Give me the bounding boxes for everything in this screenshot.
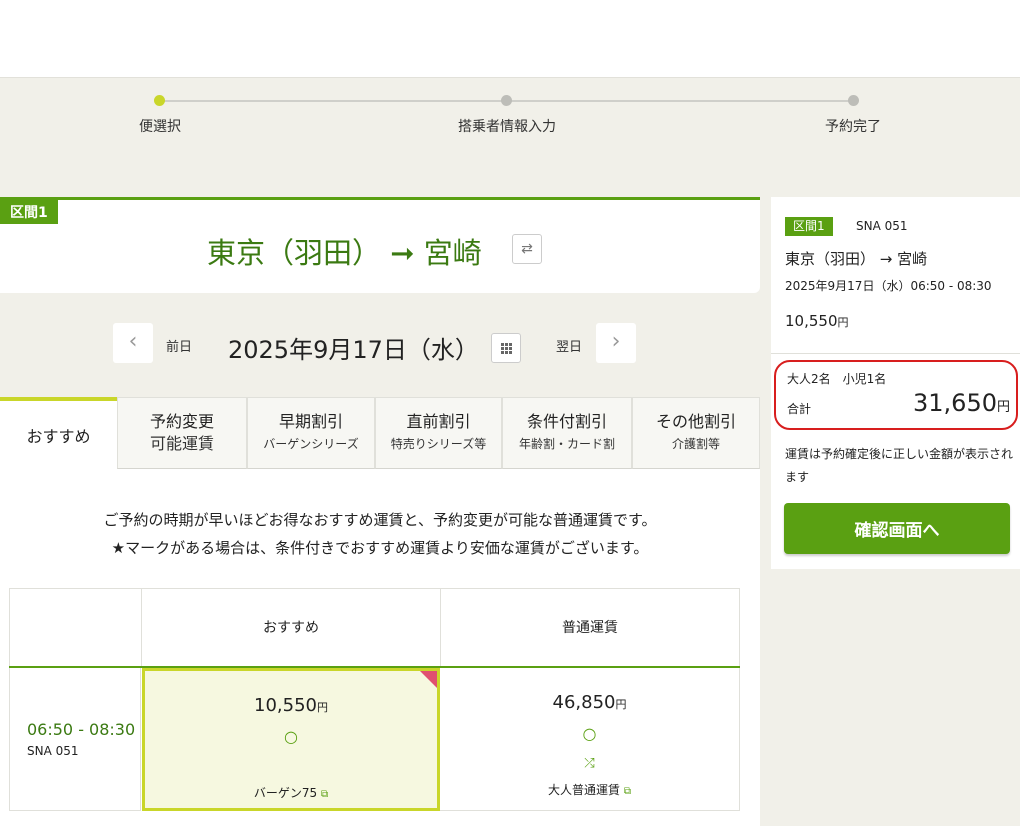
- step-dot-passenger-info: [501, 95, 512, 106]
- route-title: 東京（羽田） ➞ 宮崎: [207, 236, 482, 270]
- total-highlight-box: 大人2名 小児1名 合計 31,650円: [774, 360, 1018, 430]
- fare-cell-bargain[interactable]: 10,550円 ○ バーゲン75 ⧉: [142, 668, 440, 811]
- tab-label: 予約変更: [149, 412, 214, 431]
- tab-label: その他割引: [655, 412, 736, 431]
- external-link-icon: ⧉: [320, 789, 329, 800]
- tab-sublabel: 介護割等: [671, 437, 720, 451]
- total-price: 31,650円: [913, 389, 1010, 417]
- tab-label: 条件付割引: [526, 412, 607, 431]
- step-dot-select-flight: [154, 95, 165, 106]
- tab-changeable-fares[interactable]: 予約変更 可能運賃: [117, 397, 247, 469]
- tab-label: 直前割引: [406, 412, 471, 431]
- availability-circle-icon: ○: [284, 727, 298, 746]
- tab-recommended[interactable]: おすすめ: [0, 397, 117, 469]
- external-link-icon: ⧉: [623, 786, 631, 797]
- section-tag: 区間1: [0, 199, 58, 224]
- tab-sublabel: 可能運賃: [149, 434, 214, 453]
- swap-route-icon[interactable]: ⇄: [512, 234, 542, 264]
- fare-cell-normal[interactable]: 46,850円 ○ ⤮ 大人普通運賃 ⧉: [440, 668, 740, 811]
- top-header: [0, 0, 1020, 78]
- step-label-select-flight: 便選択: [139, 119, 181, 135]
- booking-summary: 区間1 SNA 051 東京（羽田） → 宮崎 2025年9月17日（水）06:…: [771, 197, 1020, 569]
- step-dot-complete: [848, 95, 859, 106]
- table-header-recommended: おすすめ: [141, 588, 441, 667]
- confirm-button[interactable]: 確認画面へ: [784, 503, 1010, 554]
- fare-tabs: おすすめ 予約変更 可能運賃 早期割引 バーゲンシリーズ 直前割引 特売りシリー…: [0, 397, 760, 469]
- calendar-icon[interactable]: [491, 333, 521, 363]
- prev-day-label[interactable]: 前日: [166, 336, 192, 355]
- tab-other-discount[interactable]: その他割引 介護割等: [632, 397, 760, 469]
- fare-description: ご予約の時期が早いほどお得なおすすめ運賃と、予約変更が可能な普通運賃です。 ★マ…: [0, 506, 760, 562]
- summary-divider: [771, 353, 1020, 354]
- tab-label: おすすめ: [26, 427, 91, 446]
- tab-last-minute-discount[interactable]: 直前割引 特売りシリーズ等: [375, 397, 502, 469]
- selected-date: 2025年9月17日（水）: [228, 336, 479, 364]
- summary-base-price: 10,550円: [785, 312, 849, 330]
- price-note: 運賃は予約確定後に正しい金額が表示されます: [785, 447, 1014, 484]
- next-day-label[interactable]: 翌日: [556, 336, 582, 355]
- summary-section-tag: 区間1: [785, 217, 833, 236]
- passenger-count: 大人2名 小児1名: [787, 372, 887, 386]
- selected-corner-marker: [420, 671, 437, 688]
- summary-datetime: 2025年9月17日（水）06:50 - 08:30: [785, 279, 992, 293]
- tab-conditional-discount[interactable]: 条件付割引 年齢割・カード割: [502, 397, 632, 469]
- tab-sublabel: 年齢割・カード割: [518, 437, 615, 451]
- step-label-passenger-info: 搭乗者情報入力: [458, 119, 556, 135]
- flight-time: 06:50 - 08:30: [27, 720, 136, 739]
- tab-sublabel: 特売りシリーズ等: [390, 437, 487, 451]
- description-line-1: ご予約の時期が早いほどお得なおすすめ運賃と、予約変更が可能な普通運賃です。: [103, 511, 657, 529]
- availability-circle-icon: ○: [582, 724, 597, 743]
- next-day-chevron-icon[interactable]: ›: [596, 323, 636, 363]
- prev-day-chevron-icon[interactable]: ‹: [113, 323, 153, 363]
- table-header-blank: [9, 588, 142, 667]
- tab-early-discount[interactable]: 早期割引 バーゲンシリーズ: [247, 397, 375, 469]
- description-line-2: ★マークがある場合は、条件付きでおすすめ運賃より安価な運賃がございます。: [111, 539, 649, 557]
- step-label-complete: 予約完了: [825, 119, 881, 135]
- progress-steps: 便選択 搭乗者情報入力 予約完了: [0, 78, 1020, 198]
- fare-price: 46,850円: [552, 692, 627, 713]
- total-label: 合計: [787, 402, 812, 416]
- fare-table: おすすめ 普通運賃 06:50 - 08:30 SNA 051 10,550円 …: [9, 588, 740, 826]
- fare-name-link[interactable]: バーゲン75 ⧉: [145, 784, 437, 801]
- tab-label: 早期割引: [278, 412, 343, 431]
- route-card: 区間1 東京（羽田） ➞ 宮崎 ⇄: [0, 197, 760, 293]
- tab-sublabel: バーゲンシリーズ: [263, 437, 359, 451]
- summary-flight-number: SNA 051: [856, 219, 908, 233]
- changeable-shuffle-icon: ⤮: [584, 756, 595, 771]
- flight-number: SNA 051: [27, 744, 79, 758]
- table-header-normal-fare: 普通運賃: [440, 588, 740, 667]
- summary-route: 東京（羽田） → 宮崎: [785, 250, 928, 268]
- fare-name-link[interactable]: 大人普通運賃 ⧉: [440, 781, 739, 798]
- fare-price: 10,550円: [254, 695, 328, 716]
- flight-time-cell: 06:50 - 08:30 SNA 051: [9, 668, 141, 811]
